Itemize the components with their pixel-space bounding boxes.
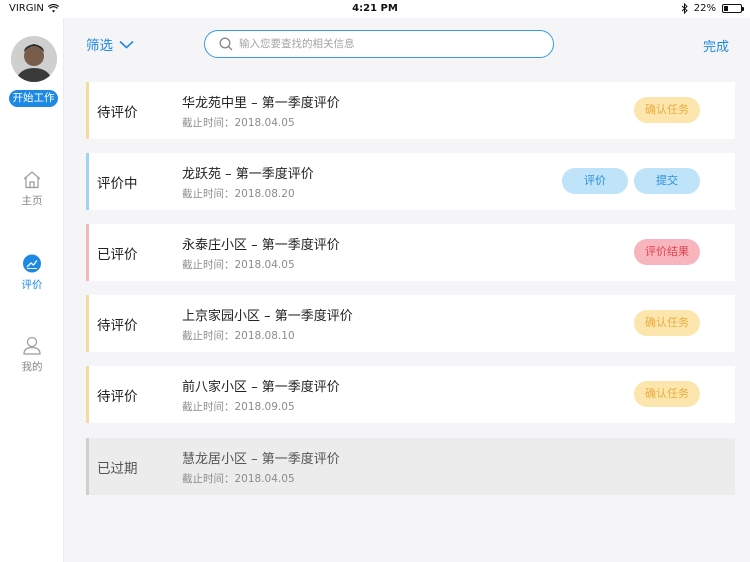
task-deadline: 截止时间：2018.04.05 [182, 259, 295, 271]
nav-rating-label: 评价 [21, 279, 43, 291]
nav-mine[interactable]: 我的 [0, 336, 64, 374]
submit-button[interactable]: 提交 [634, 168, 700, 194]
task-status: 评价中 [97, 176, 138, 192]
rating-result-button[interactable]: 评价结果 [634, 239, 700, 265]
confirm-task-button[interactable]: 确认任务 [634, 310, 700, 336]
task-deadline: 截止时间：2018.08.10 [182, 330, 295, 342]
task-deadline: 截止时间：2018.09.05 [182, 401, 295, 413]
filter-label: 筛选 [86, 38, 113, 54]
task-title: 上京家园小区 – 第一季度评价 [182, 309, 353, 324]
search-bar [204, 30, 554, 58]
home-icon [23, 171, 41, 189]
nav-rating[interactable]: 评价 [0, 254, 64, 292]
rate-button[interactable]: 评价 [562, 168, 628, 194]
task-title: 慧龙居小区 – 第一季度评价 [182, 452, 340, 467]
task-title: 永泰庄小区 – 第一季度评价 [182, 238, 340, 253]
task-deadline: 截止时间：2018.04.05 [182, 117, 295, 129]
sidebar: 开始工作 主页 评价 我的 [0, 18, 64, 562]
task-status: 已评价 [97, 247, 138, 263]
filter-button[interactable]: 筛选 [86, 34, 134, 54]
done-button[interactable]: 完成 [703, 36, 729, 55]
task-status: 待评价 [97, 318, 138, 334]
task-status: 待评价 [97, 389, 138, 405]
task-status: 已过期 [97, 461, 138, 477]
task-status: 待评价 [97, 105, 138, 121]
task-title: 龙跃苑 – 第一季度评价 [182, 167, 314, 182]
nav-mine-label: 我的 [21, 361, 43, 373]
rating-icon [23, 254, 41, 273]
clock: 4:21 PM [352, 3, 398, 14]
confirm-task-button[interactable]: 确认任务 [634, 381, 700, 407]
search-input[interactable] [239, 38, 529, 50]
nav-home[interactable]: 主页 [0, 170, 64, 208]
task-row[interactable]: 待评价 上京家园小区 – 第一季度评价 截止时间：2018.08.10 确认任务 [86, 295, 735, 352]
task-row[interactable]: 已过期 慧龙居小区 – 第一季度评价 截止时间：2018.04.05 [86, 438, 735, 495]
task-row[interactable]: 待评价 前八家小区 – 第一季度评价 截止时间：2018.09.05 确认任务 [86, 366, 735, 423]
bluetooth-icon [681, 3, 688, 14]
chevron-down-icon [119, 40, 134, 49]
avatar[interactable] [11, 36, 57, 82]
battery-level [724, 6, 728, 11]
avatar-image [11, 36, 57, 82]
task-deadline: 截止时间：2018.08.20 [182, 188, 295, 200]
task-row[interactable]: 已评价 永泰庄小区 – 第一季度评价 截止时间：2018.04.05 评价结果 [86, 224, 735, 281]
start-work-button[interactable]: 开始工作 [9, 90, 58, 107]
confirm-task-button[interactable]: 确认任务 [634, 97, 700, 123]
status-bar: VIRGIN 4:21 PM 22% [0, 0, 750, 18]
task-row[interactable]: 待评价 华龙苑中里 – 第一季度评价 截止时间：2018.04.05 确认任务 [86, 82, 735, 139]
battery-percent: 22% [693, 3, 716, 14]
user-icon [23, 336, 41, 355]
search-icon [219, 37, 233, 51]
nav-home-label: 主页 [21, 195, 43, 207]
status-right: 22% [681, 3, 744, 14]
battery-icon [722, 4, 744, 13]
task-row[interactable]: 评价中 龙跃苑 – 第一季度评价 截止时间：2018.08.20 评价 提交 [86, 153, 735, 210]
task-deadline: 截止时间：2018.04.05 [182, 473, 295, 485]
task-title: 华龙苑中里 – 第一季度评价 [182, 96, 340, 111]
task-title: 前八家小区 – 第一季度评价 [182, 380, 340, 395]
